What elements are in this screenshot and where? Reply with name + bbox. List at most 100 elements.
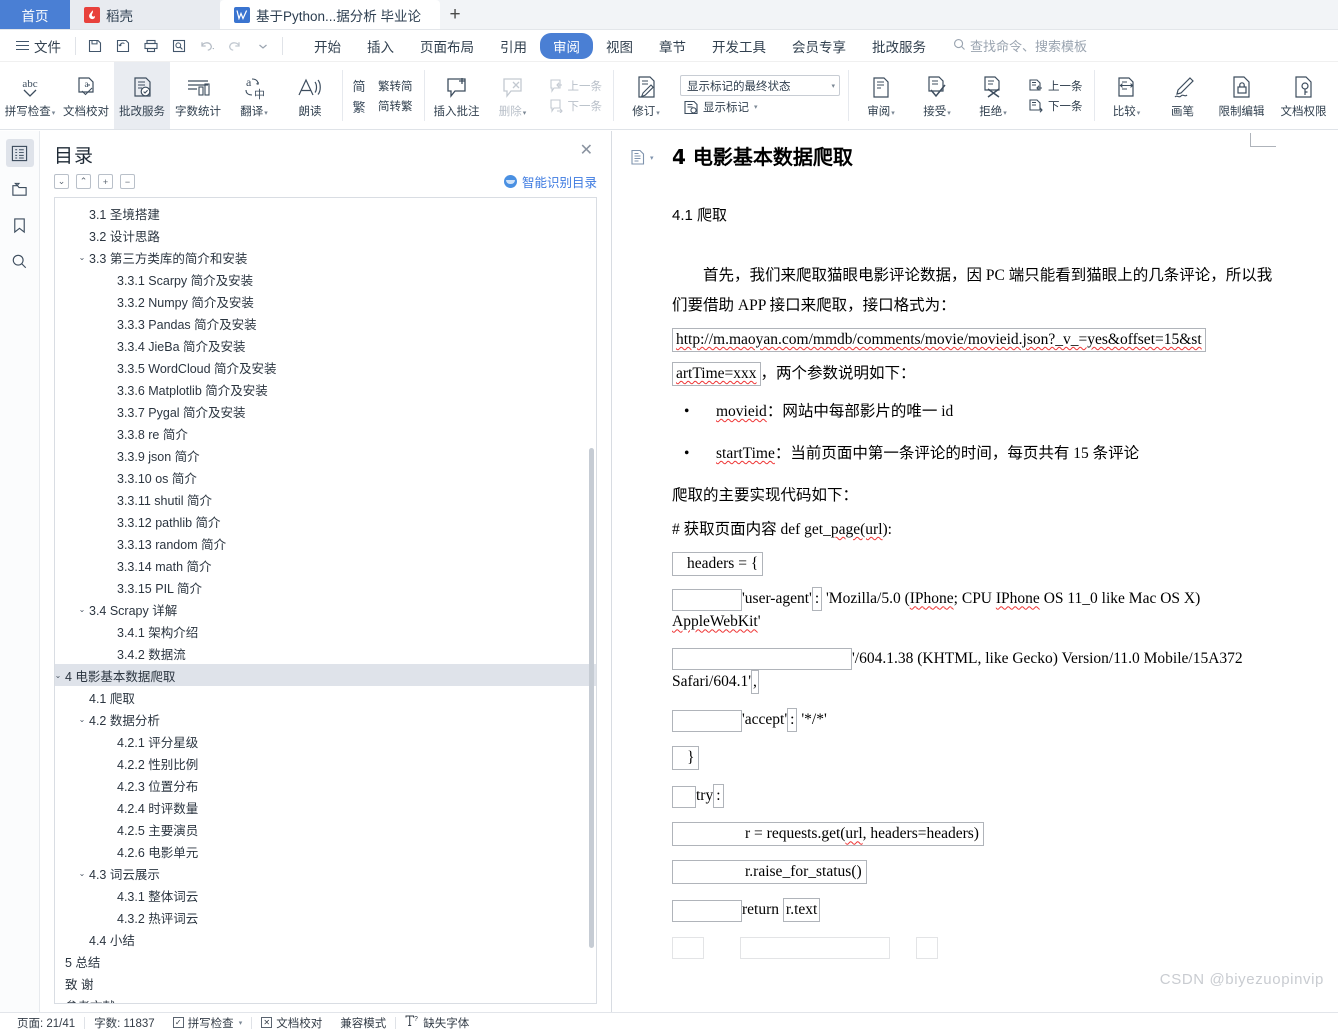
outline-item[interactable]: 3.2 设计思路 — [55, 224, 596, 246]
previous-change-button[interactable]: 上一条 — [1025, 77, 1086, 95]
outline-item[interactable]: 3.3.14 math 简介 — [55, 554, 596, 576]
brush-pen-button[interactable]: 画笔 — [1155, 62, 1211, 129]
next-change-button[interactable]: 下一条 — [1025, 97, 1086, 115]
translate-button[interactable]: a中 翻译▾ — [226, 62, 282, 129]
outline-item[interactable]: 3.3.3 Pandas 简介及安装 — [55, 312, 596, 334]
outline-item[interactable]: 4.2.3 位置分布 — [55, 774, 596, 796]
outline-item[interactable]: 致 谢 — [55, 972, 596, 994]
correction-service-button[interactable]: 批改服务 — [114, 62, 170, 129]
markup-state-dropdown[interactable]: 显示标记的最终状态 ▾ — [680, 75, 840, 96]
outline-item[interactable]: ⌄ 4 电影基本数据爬取 — [55, 664, 596, 686]
more-commands-icon[interactable] — [250, 34, 276, 58]
collapse-all-icon[interactable]: − — [120, 174, 135, 189]
outline-item[interactable]: 3.3.10 os 简介 — [55, 466, 596, 488]
outline-item[interactable]: 3.3.12 pathlib 简介 — [55, 510, 596, 532]
tab-docer[interactable]: 稻壳 — [70, 0, 220, 29]
chevron-down-icon[interactable]: ⌄ — [75, 869, 89, 878]
status-proofread[interactable]: ✕ 文档校对 — [252, 1015, 331, 1031]
spellcheck-button[interactable]: abc 拼写检查▾ — [2, 62, 58, 129]
file-menu-button[interactable]: 文件 — [8, 36, 69, 56]
thumbnail-panel-icon[interactable] — [6, 175, 34, 203]
outline-item[interactable]: 4.2.4 时评数量 — [55, 796, 596, 818]
outline-item[interactable]: 3.4.1 架构介绍 — [55, 620, 596, 642]
outline-item[interactable]: 4.3.2 热评词云 — [55, 906, 596, 928]
outline-item[interactable]: 3.3.7 Pygal 简介及安装 — [55, 400, 596, 422]
outline-item[interactable]: 4.2.5 主要演员 — [55, 818, 596, 840]
redo-icon[interactable] — [222, 34, 248, 58]
smart-toc-button[interactable]: 智能识别目录 — [503, 172, 597, 191]
outline-item[interactable]: 3.3.15 PIL 简介 — [55, 576, 596, 598]
menu-tab-developer[interactable]: 开发工具 — [699, 33, 779, 59]
menu-tab-insert[interactable]: 插入 — [354, 33, 407, 59]
outline-item[interactable]: 3.3.5 WordCloud 简介及安装 — [55, 356, 596, 378]
previous-comment-button[interactable]: 上一条 — [545, 77, 606, 95]
outline-item[interactable]: 3.3.11 shutil 简介 — [55, 488, 596, 510]
outline-item[interactable]: 3.3.2 Numpy 简介及安装 — [55, 290, 596, 312]
outline-item[interactable]: 4.2.6 电影单元 — [55, 840, 596, 862]
reviewing-pane-button[interactable]: 审阅▾ — [853, 62, 909, 129]
chevron-down-icon[interactable]: ⌄ — [75, 605, 89, 614]
status-missing-font[interactable]: ? 缺失字体 — [396, 1015, 478, 1031]
print-preview-icon[interactable] — [166, 34, 192, 58]
status-page-indicator[interactable]: 页面: 21/41 — [8, 1015, 84, 1031]
search-panel-icon[interactable] — [6, 247, 34, 275]
show-markup-button[interactable]: 显示标记 ▾ — [680, 98, 840, 116]
outline-item[interactable]: 4.2.1 评分星级 — [55, 730, 596, 752]
outline-item[interactable]: 参考文献 — [55, 994, 596, 1004]
compare-button[interactable]: 比较▾ — [1099, 62, 1155, 129]
outline-item[interactable]: 4.3.1 整体词云 — [55, 884, 596, 906]
tab-document[interactable]: 基于Python...据分析 毕业论 — [220, 0, 440, 29]
chevron-down-icon[interactable]: ⌄ — [55, 671, 65, 680]
outline-item[interactable]: 3.3.9 json 简介 — [55, 444, 596, 466]
menu-tab-view[interactable]: 视图 — [593, 33, 646, 59]
new-tab-button[interactable]: + — [440, 0, 470, 29]
document-canvas[interactable]: ▾ 4 电影基本数据爬取 4.1 爬取 首先，我们来爬取猫眼电影评论数据，因 P… — [612, 131, 1338, 1012]
next-comment-button[interactable]: 下一条 — [545, 97, 606, 115]
outline-item[interactable]: 4.2.2 性别比例 — [55, 752, 596, 774]
track-changes-button[interactable]: 修订▾ — [618, 62, 674, 129]
menu-tab-correction[interactable]: 批改服务 — [859, 33, 939, 59]
insert-comment-button[interactable]: 插入批注 — [429, 62, 485, 129]
reject-change-button[interactable]: 拒绝▾ — [965, 62, 1021, 129]
outline-scrollbar-thumb[interactable] — [589, 448, 594, 948]
menu-tab-page-layout[interactable]: 页面布局 — [407, 33, 487, 59]
menu-tab-sections[interactable]: 章节 — [646, 33, 699, 59]
save-icon[interactable] — [82, 34, 108, 58]
restrict-editing-button[interactable]: 限制编辑 — [1211, 62, 1273, 129]
outline-item[interactable]: 3.3.4 JieBa 简介及安装 — [55, 334, 596, 356]
outline-item[interactable]: ⌄ 4.2 数据分析 — [55, 708, 596, 730]
outline-item[interactable]: 3.4.2 数据流 — [55, 642, 596, 664]
word-count-button[interactable]: 字数统计 — [170, 62, 226, 129]
print-icon[interactable] — [138, 34, 164, 58]
outline-list-container[interactable]: 3.1 圣境搭建 3.2 设计思路 ⌄ 3.3 第三方类库的简介和安装 3.3.1 Sc… — [54, 197, 597, 1004]
accept-change-button[interactable]: 接受▾ — [909, 62, 965, 129]
save-as-icon[interactable] — [110, 34, 136, 58]
outline-item[interactable]: 3.3.8 re 简介 — [55, 422, 596, 444]
outline-item[interactable]: ⌄ 3.4 Scrapy 详解 — [55, 598, 596, 620]
trad-to-simp-button[interactable]: 繁转简 — [375, 77, 416, 95]
document-permission-button[interactable]: 文档权限 — [1273, 62, 1335, 129]
tab-home[interactable]: 首页 — [0, 0, 70, 29]
menu-tab-review[interactable]: 审阅 — [540, 32, 593, 59]
document-certify-button[interactable]: 文档认证 — [1335, 62, 1338, 129]
close-icon[interactable]: ✕ — [576, 141, 597, 161]
outline-item[interactable]: 3.3.13 random 简介 — [55, 532, 596, 554]
bookmark-panel-icon[interactable] — [6, 211, 34, 239]
outline-item[interactable]: 3.1 圣境搭建 — [55, 202, 596, 224]
status-spellcheck[interactable]: ✓ 拼写检查 ▾ — [164, 1015, 252, 1031]
menu-tab-start[interactable]: 开始 — [301, 33, 354, 59]
read-aloud-button[interactable]: 朗读 — [282, 62, 338, 129]
outline-item[interactable]: 4.1 爬取 — [55, 686, 596, 708]
status-word-count[interactable]: 字数: 11837 — [85, 1015, 164, 1031]
collapse-up-icon[interactable]: ⌃ — [76, 174, 91, 189]
command-search[interactable]: 查找命令、搜索模板 — [953, 36, 1087, 55]
outline-panel-icon[interactable] — [5, 139, 34, 167]
chevron-down-icon[interactable]: ⌄ — [75, 253, 89, 262]
undo-icon[interactable] — [194, 34, 220, 58]
simp-to-trad-button[interactable]: 简转繁 — [375, 97, 416, 115]
menu-tab-member[interactable]: 会员专享 — [779, 33, 859, 59]
delete-comment-button[interactable]: 删除▾ — [485, 62, 541, 129]
document-proofread-button[interactable]: a 文档校对 — [58, 62, 114, 129]
outline-item[interactable]: 4.4 小结 — [55, 928, 596, 950]
status-compat-mode[interactable]: 兼容模式 — [331, 1015, 395, 1031]
